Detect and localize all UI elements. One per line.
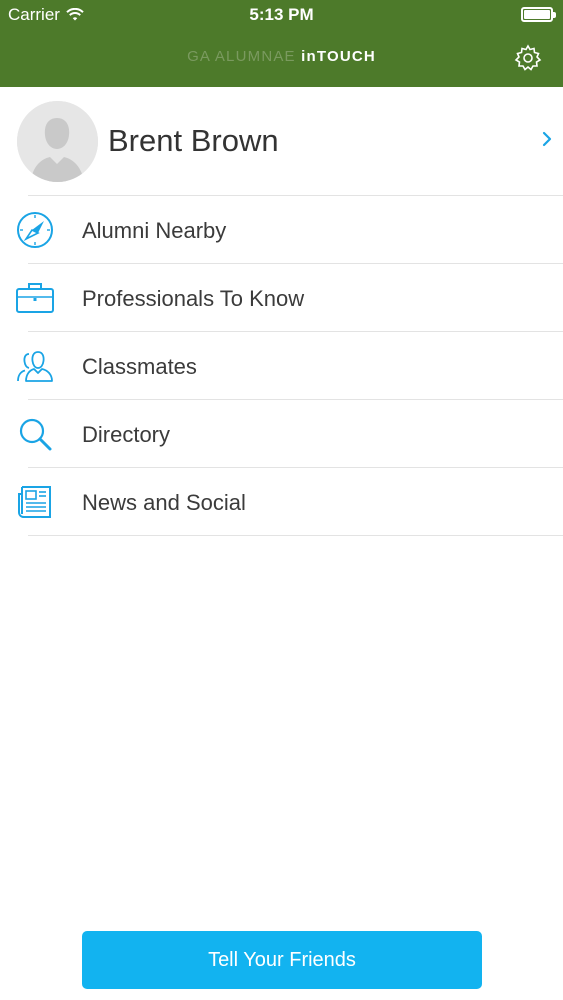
menu-item-directory[interactable]: Directory [0, 400, 563, 468]
main-menu: Alumni Nearby Professionals To Know Clas… [0, 196, 563, 536]
menu-item-classmates[interactable]: Classmates [0, 332, 563, 400]
chevron-right-icon[interactable] [540, 127, 554, 151]
menu-item-news-and-social[interactable]: News and Social [0, 468, 563, 536]
gear-icon[interactable] [513, 43, 543, 73]
brand-strong-text: inTOUCH [301, 48, 376, 65]
briefcase-icon [16, 283, 54, 313]
app-logo: GA ALUMNAE inTOUCH [0, 48, 563, 65]
newspaper-icon [18, 486, 51, 518]
people-icon [17, 351, 53, 382]
menu-item-label: News and Social [82, 490, 246, 515]
person-silhouette-icon [17, 101, 98, 182]
profile-name: Brent Brown [108, 123, 279, 158]
avatar [17, 101, 98, 182]
menu-divider [28, 535, 563, 536]
tell-your-friends-button[interactable]: Tell Your Friends [82, 931, 482, 989]
menu-item-label: Directory [82, 422, 171, 447]
menu-item-professionals-to-know[interactable]: Professionals To Know [0, 264, 563, 332]
compass-icon [17, 212, 53, 248]
navigation-bar: GA ALUMNAE inTOUCH [0, 30, 563, 87]
app-header: Carrier 5:13 PM GA ALUMNAE inTOUCH [0, 0, 563, 87]
menu-item-label: Professionals To Know [82, 286, 305, 311]
search-icon [19, 418, 52, 451]
brand-light-text: GA ALUMNAE [187, 48, 296, 65]
clock: 5:13 PM [249, 5, 314, 24]
menu-item-label: Classmates [82, 354, 197, 379]
menu-item-label: Alumni Nearby [82, 218, 227, 243]
battery-icon [521, 7, 556, 22]
status-bar: Carrier 5:13 PM [0, 0, 563, 30]
profile-row[interactable]: Brent Brown [0, 87, 563, 195]
menu-item-alumni-nearby[interactable]: Alumni Nearby [0, 196, 563, 264]
